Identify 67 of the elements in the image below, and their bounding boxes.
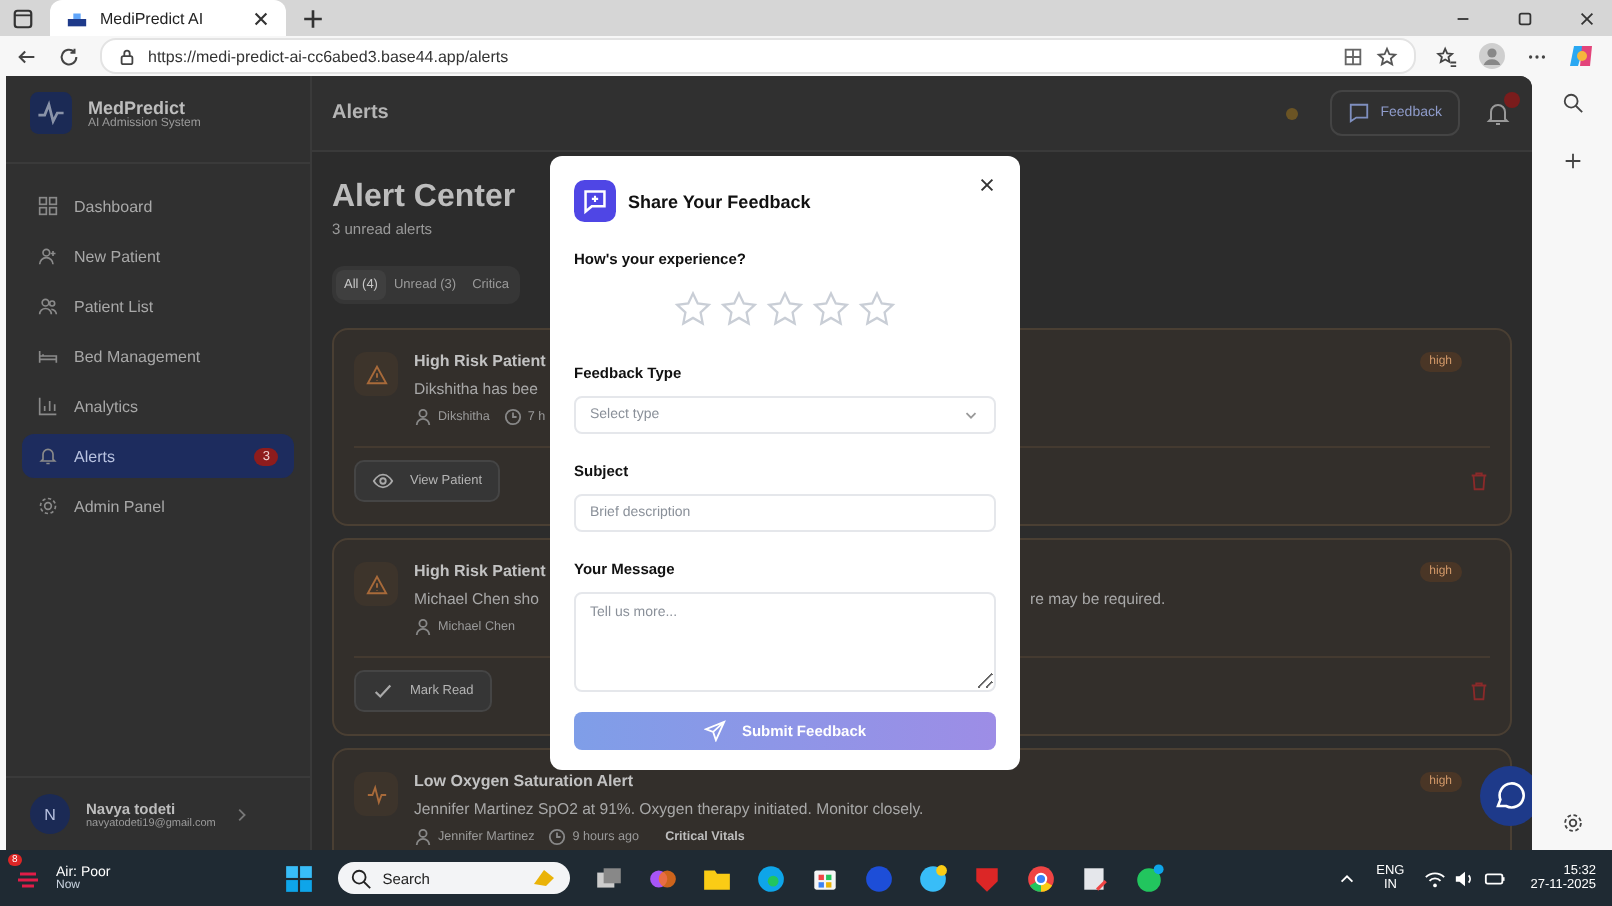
message-icon bbox=[1348, 102, 1371, 124]
back-icon[interactable] bbox=[16, 45, 38, 67]
sidebar-item[interactable]: Dashboard bbox=[22, 184, 294, 228]
person-icon bbox=[414, 408, 432, 426]
brand-name: MedPredict bbox=[88, 97, 186, 117]
feedback-icon bbox=[574, 180, 616, 222]
sidebar-item[interactable]: Patient List bbox=[22, 284, 294, 328]
task-view-icon[interactable] bbox=[594, 863, 625, 893]
alert-title: High Risk Patient bbox=[414, 562, 546, 580]
volume-icon[interactable] bbox=[1454, 867, 1477, 889]
close-icon[interactable] bbox=[1578, 9, 1596, 27]
alert-title: Low Oxygen Saturation Alert bbox=[414, 772, 633, 790]
dialog-title: Share Your Feedback bbox=[628, 191, 811, 211]
app-icon[interactable] bbox=[1080, 863, 1111, 893]
search-icon bbox=[350, 867, 373, 889]
sidebar-item[interactable]: New Patient bbox=[22, 234, 294, 278]
bell-icon[interactable] bbox=[1484, 99, 1512, 127]
address-bar[interactable]: https://medi-predict-ai-cc6abed3.base44.app/alerts bbox=[100, 38, 1416, 74]
restore-icon[interactable] bbox=[1516, 9, 1534, 27]
close-icon[interactable] bbox=[252, 9, 270, 27]
user-avatar: N bbox=[30, 794, 70, 834]
browser-tab[interactable]: MediPredict AI bbox=[50, 0, 286, 36]
chart-icon bbox=[38, 396, 58, 416]
clock-icon bbox=[548, 828, 567, 846]
settings-icon[interactable] bbox=[1561, 812, 1583, 834]
refresh-icon[interactable] bbox=[58, 45, 80, 67]
check-icon bbox=[372, 680, 394, 702]
gear-icon bbox=[38, 496, 58, 516]
chrome-icon[interactable] bbox=[1026, 863, 1057, 893]
bell-icon bbox=[38, 446, 58, 466]
pulse-icon bbox=[365, 783, 387, 805]
user-plus-icon bbox=[38, 246, 58, 266]
clock-icon bbox=[503, 408, 522, 426]
notification-dot bbox=[1504, 91, 1520, 107]
chat-button[interactable] bbox=[1480, 766, 1532, 826]
app-icon[interactable] bbox=[918, 863, 949, 893]
person-icon bbox=[414, 828, 432, 846]
shield-icon[interactable] bbox=[972, 863, 1003, 893]
sidebar-item[interactable]: Analytics bbox=[22, 384, 294, 428]
eye-icon bbox=[372, 470, 394, 492]
search-icon[interactable] bbox=[1561, 92, 1583, 114]
alert-title: High Risk Patient bbox=[414, 352, 546, 370]
person-icon bbox=[414, 618, 432, 636]
start-icon[interactable] bbox=[284, 863, 315, 893]
warning-icon bbox=[365, 573, 387, 595]
logo-icon bbox=[30, 92, 72, 134]
header-title: Alerts bbox=[332, 102, 389, 124]
wifi-icon[interactable] bbox=[1424, 867, 1447, 889]
sidebar-item[interactable]: Bed Management bbox=[22, 334, 294, 378]
profile-icon[interactable] bbox=[1478, 42, 1506, 70]
bed-icon bbox=[38, 346, 58, 366]
sidebar-item[interactable]: Admin Panel bbox=[22, 484, 294, 528]
lock-icon bbox=[118, 47, 136, 65]
users-icon bbox=[38, 296, 58, 316]
page-title: Alert Center bbox=[332, 180, 516, 216]
star-rating[interactable] bbox=[674, 290, 896, 328]
plus-icon[interactable] bbox=[1561, 150, 1583, 172]
tab-actions-icon[interactable] bbox=[12, 7, 34, 29]
favorites-icon[interactable] bbox=[1436, 45, 1458, 67]
send-icon bbox=[703, 720, 726, 742]
warning-icon bbox=[365, 363, 387, 385]
star-icon[interactable] bbox=[1376, 45, 1398, 67]
new-tab-icon[interactable] bbox=[302, 7, 324, 29]
copilot-icon[interactable] bbox=[1568, 42, 1596, 70]
apps-icon[interactable] bbox=[1342, 45, 1364, 67]
close-icon[interactable] bbox=[978, 176, 996, 194]
grid-icon bbox=[38, 196, 58, 216]
